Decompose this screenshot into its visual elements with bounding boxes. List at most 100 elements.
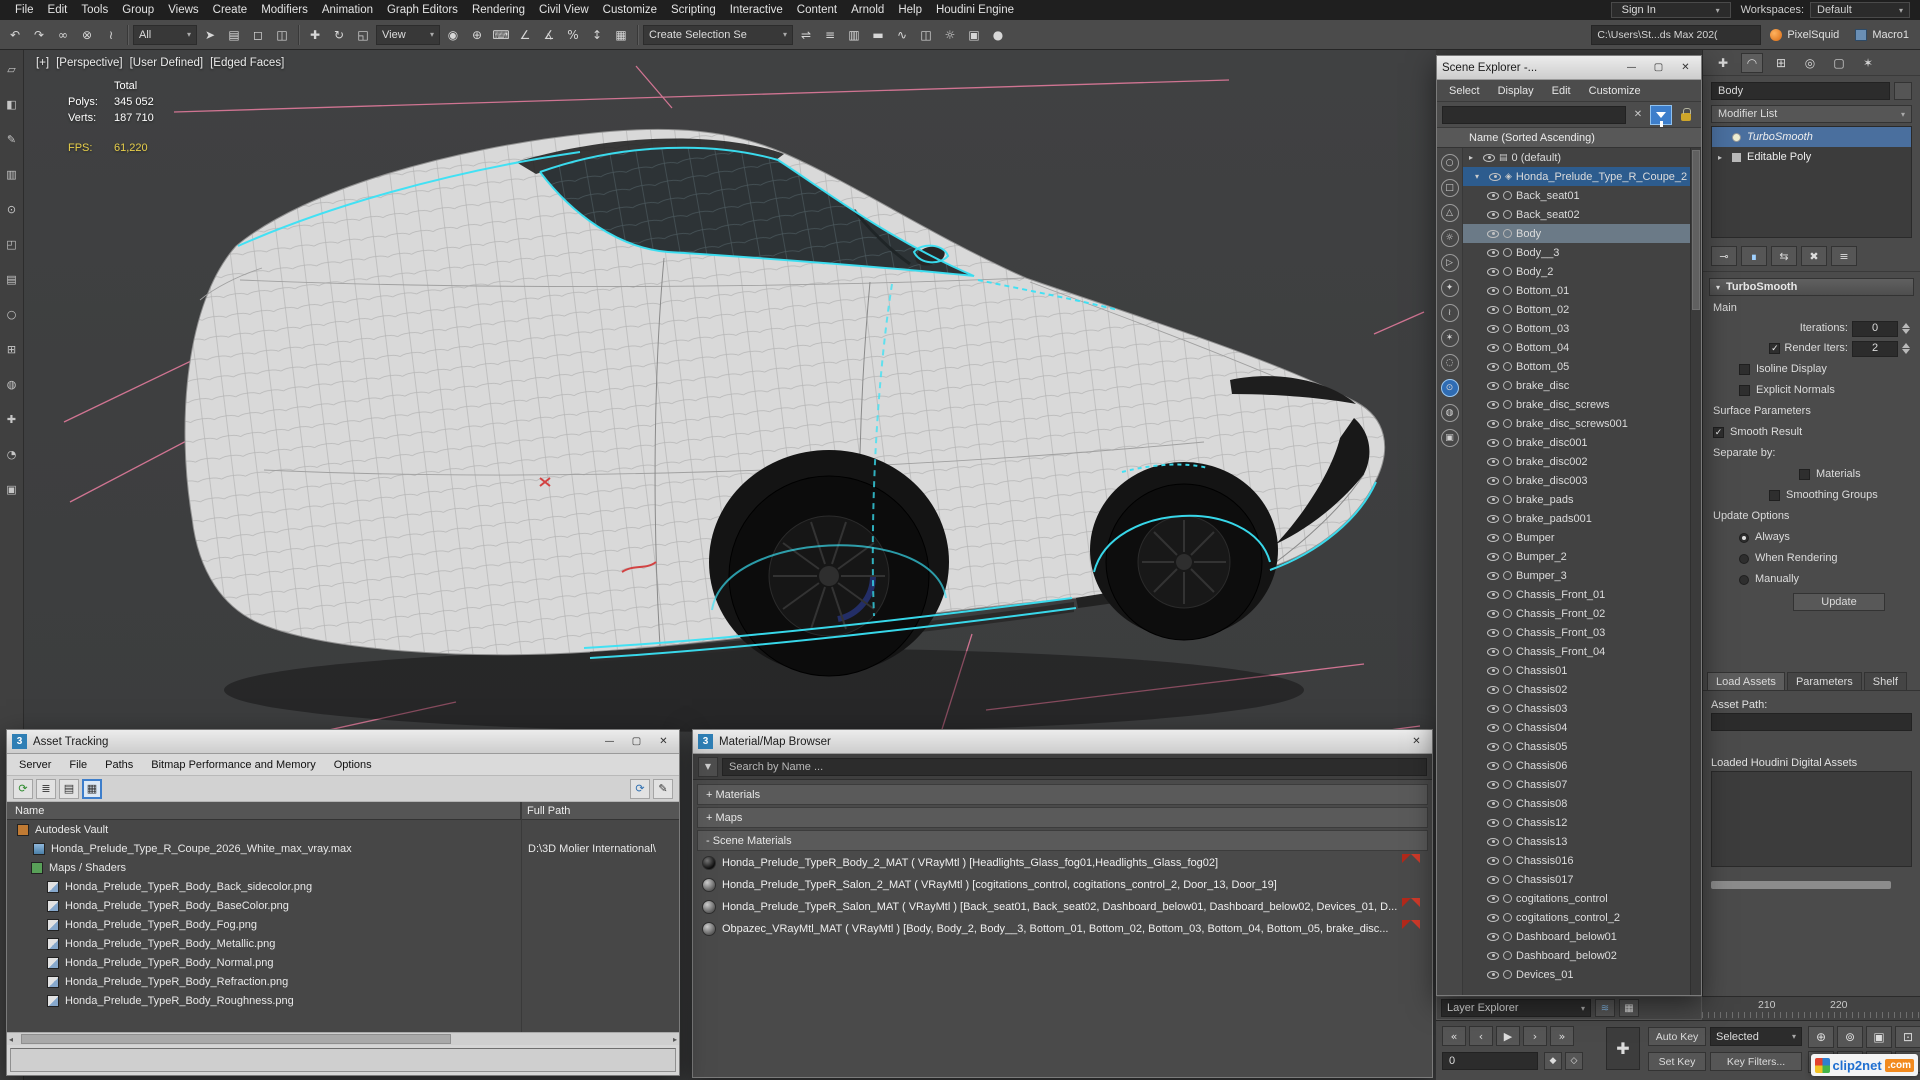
bind-to-spacewarp-icon[interactable]: ≀: [100, 24, 122, 46]
visibility-eye-icon[interactable]: [1487, 685, 1499, 694]
scroll-right-icon[interactable]: ▸: [673, 1035, 677, 1044]
manually-radio[interactable]: [1739, 574, 1749, 585]
visibility-eye-icon[interactable]: [1487, 894, 1499, 903]
mirror-icon[interactable]: ⇌: [795, 24, 817, 46]
visibility-eye-icon[interactable]: [1487, 400, 1499, 409]
material-row[interactable]: Obpazec_VRayMtl_MAT ( VRayMtl ) [Body, B…: [697, 918, 1428, 939]
macro-button[interactable]: Macro1: [1848, 28, 1916, 41]
modifier-stack-row[interactable]: ▸ Editable Poly: [1712, 147, 1911, 167]
left-toolbar-icon-7[interactable]: ▤: [3, 270, 21, 288]
viewport-menu-shading[interactable]: [Edged Faces]: [210, 57, 284, 69]
scene-explorer-row[interactable]: brake_disc002: [1463, 452, 1690, 471]
visibility-eye-icon[interactable]: [1487, 913, 1499, 922]
Honda_Prelude_TypeR_Body_Back_sidecolor.png[interactable]: Honda_Prelude_TypeR_Body_Back_sidecolor.…: [7, 877, 679, 896]
maximize-icon[interactable]: ▢: [1648, 59, 1669, 77]
redo-icon[interactable]: ↷: [28, 24, 50, 46]
left-toolbar-icon-12[interactable]: ◔: [3, 445, 21, 463]
scene-explorer-row[interactable]: brake_disc_screws: [1463, 395, 1690, 414]
window-crossing-icon[interactable]: ◫: [271, 24, 293, 46]
close-icon[interactable]: ✕: [1675, 59, 1696, 77]
update-button[interactable]: Update: [1793, 593, 1885, 611]
visibility-eye-icon[interactable]: [1487, 229, 1499, 238]
visibility-eye-icon[interactable]: [1487, 457, 1499, 466]
visibility-eye-icon[interactable]: [1489, 172, 1501, 181]
unlink-selection-icon[interactable]: ⊗: [76, 24, 98, 46]
list-view-icon[interactable]: ≣: [36, 778, 56, 799]
visibility-eye-icon[interactable]: [1487, 286, 1499, 295]
menu-item[interactable]: File: [8, 0, 41, 20]
render-iters-field[interactable]: 2: [1852, 340, 1898, 357]
modifier-icon[interactable]: [1732, 132, 1741, 142]
snaps-toggle-icon[interactable]: ∠: [514, 24, 536, 46]
utilities-tab-icon[interactable]: ✶: [1857, 53, 1879, 73]
minimize-icon[interactable]: —: [599, 733, 620, 751]
left-toolbar-icon-3[interactable]: ✎: [3, 130, 21, 148]
scene-explorer-row[interactable]: Chassis016: [1463, 851, 1690, 870]
expand-caret-icon[interactable]: [1469, 153, 1479, 162]
make-unique-icon[interactable]: ⇆: [1771, 246, 1797, 266]
scene-explorer-row[interactable]: Bumper_3: [1463, 566, 1690, 585]
scene-explorer-row[interactable]: Chassis12: [1463, 813, 1690, 832]
filter-icon[interactable]: [1650, 104, 1672, 125]
display-visibility-icon[interactable]: ⊙: [1440, 379, 1459, 397]
menu-item[interactable]: Animation: [315, 0, 380, 20]
visibility-eye-icon[interactable]: [1487, 191, 1499, 200]
visibility-eye-icon[interactable]: [1487, 932, 1499, 941]
menu-item[interactable]: Rendering: [465, 0, 532, 20]
scene-explorer-row[interactable]: brake_disc: [1463, 376, 1690, 395]
visibility-eye-icon[interactable]: [1487, 514, 1499, 523]
display-particles-icon[interactable]: ✶: [1440, 329, 1459, 347]
display-helpers-icon[interactable]: ✦: [1440, 279, 1459, 297]
pin-stack-icon[interactable]: ⊸: [1711, 246, 1737, 266]
scene-explorer-row[interactable]: Body: [1463, 224, 1690, 243]
asset-path-input[interactable]: [1711, 713, 1912, 731]
visibility-eye-icon[interactable]: [1487, 381, 1499, 390]
select-and-manipulate-icon[interactable]: ⊕: [466, 24, 488, 46]
object-name-field[interactable]: Body: [1711, 82, 1890, 100]
visibility-eye-icon[interactable]: [1487, 571, 1499, 580]
table-view-icon[interactable]: ▦: [82, 778, 102, 799]
visibility-eye-icon[interactable]: [1487, 666, 1499, 675]
explorer-mode-dropdown[interactable]: Layer Explorer ▾: [1441, 999, 1591, 1017]
show-end-result-icon[interactable]: ∎: [1741, 246, 1767, 266]
material-row[interactable]: Honda_Prelude_TypeR_Salon_MAT ( VRayMtl …: [697, 896, 1428, 917]
material-row[interactable]: Honda_Prelude_TypeR_Body_2_MAT ( VRayMtl…: [697, 852, 1428, 873]
scrollbar-thumb[interactable]: [21, 1034, 451, 1044]
key-mode-icon[interactable]: ◇: [1565, 1052, 1583, 1070]
rectangular-selection-region-icon[interactable]: ◻: [247, 24, 269, 46]
visibility-eye-icon[interactable]: [1487, 780, 1499, 789]
timeline-ruler[interactable]: 210 220: [1702, 996, 1920, 1020]
motion-tab-icon[interactable]: ◎: [1799, 53, 1821, 73]
selection-filter-dropdown[interactable]: All ▾: [133, 24, 197, 45]
display-lights-icon[interactable]: ☼: [1440, 229, 1459, 247]
asset-tracking-menu[interactable]: Bitmap Performance and Memory: [143, 759, 323, 771]
current-frame-field[interactable]: 0: [1442, 1052, 1538, 1070]
scene-explorer-row[interactable]: Chassis04: [1463, 718, 1690, 737]
grid-view-icon[interactable]: ▦: [1619, 999, 1639, 1017]
visibility-eye-icon[interactable]: [1487, 533, 1499, 542]
visibility-eye-icon[interactable]: [1487, 647, 1499, 656]
scene-explorer-menu[interactable]: Select: [1441, 85, 1488, 97]
scene-explorer-row[interactable]: Chassis02: [1463, 680, 1690, 699]
zoom-region-icon[interactable]: ⊡: [1895, 1026, 1920, 1048]
minimize-icon[interactable]: —: [1621, 59, 1642, 77]
keyboard-shortcut-override-icon[interactable]: ⌨: [490, 24, 512, 46]
asset-tracking-menu[interactable]: File: [61, 759, 95, 771]
scene-explorer-row[interactable]: Dashboard_below01: [1463, 927, 1690, 946]
ribbon-icon[interactable]: ▬: [867, 24, 889, 46]
scene-explorer-row[interactable]: Chassis017: [1463, 870, 1690, 889]
scene-explorer-titlebar[interactable]: Scene Explorer -... — ▢ ✕: [1437, 56, 1701, 80]
maximize-icon[interactable]: ▢: [626, 733, 647, 751]
scene-explorer-menu[interactable]: Customize: [1581, 85, 1649, 97]
search-input[interactable]: [1442, 105, 1626, 124]
select-object-icon[interactable]: ➤: [199, 24, 221, 46]
asset-tracking-titlebar[interactable]: 3 Asset Tracking — ▢ ✕: [7, 730, 679, 754]
scene-explorer-row[interactable]: Chassis13: [1463, 832, 1690, 851]
reference-coordinate-dropdown[interactable]: View ▾: [376, 24, 440, 45]
refresh-tracking-icon[interactable]: ⟳: [13, 778, 33, 799]
visibility-eye-icon[interactable]: [1487, 818, 1499, 827]
visibility-eye-icon[interactable]: [1483, 153, 1495, 162]
explicit-normals-checkbox[interactable]: [1739, 385, 1750, 396]
scene-explorer-row[interactable]: Chassis01: [1463, 661, 1690, 680]
expand-caret-icon[interactable]: [1475, 172, 1485, 181]
